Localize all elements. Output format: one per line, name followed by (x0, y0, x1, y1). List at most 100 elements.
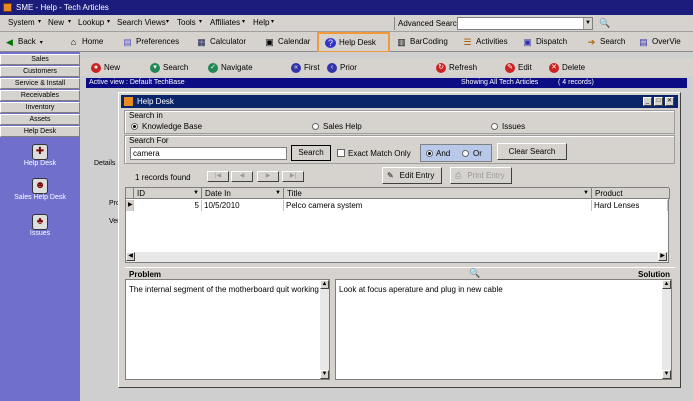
sidebar-item-receivables[interactable]: Receivables (0, 90, 80, 101)
problem-textarea[interactable]: The internal segment of the motherboard … (125, 279, 330, 380)
clear-search-button[interactable]: Clear Search (497, 143, 567, 160)
sidebar-item-service-install[interactable]: Service & Install (0, 78, 80, 89)
refresh-button[interactable]: ↻ Refresh (436, 62, 477, 74)
search-for-input[interactable]: camera (130, 147, 287, 160)
search-records-button[interactable]: ▾ Search (150, 62, 188, 74)
barcoding-button[interactable]: ▥ BarCoding (394, 34, 448, 50)
close-icon[interactable]: ✕ (665, 97, 674, 106)
calculator-button[interactable]: ▦ Calculator (194, 34, 246, 50)
main-toolbar: ◀ Back ▾ ⌂ Home ▤ Preferences ▦ Calculator ▣ C… (0, 32, 693, 53)
zoom-icon[interactable]: 🔍 (469, 268, 480, 279)
maximize-icon[interactable]: □ (654, 97, 663, 106)
dialog-search-button[interactable]: Search (291, 145, 331, 161)
radio-sales-help[interactable] (312, 123, 319, 130)
scroll-up-icon[interactable]: ▲ (320, 280, 329, 289)
sidebar-icon-help-desk[interactable]: ✚ Help Desk (24, 144, 56, 167)
delete-button[interactable]: ✕ Delete (549, 62, 585, 74)
issues-icon: ♣ (32, 214, 48, 230)
edit-entry-button[interactable]: ✎ Edit Entry (382, 167, 442, 184)
column-header-date-in[interactable]: Date In ▼ (202, 188, 284, 199)
new-record-button[interactable]: ● New (91, 62, 120, 74)
refresh-icon: ↻ (436, 63, 446, 73)
radio-and[interactable] (426, 150, 433, 157)
search-for-label: Search For (129, 136, 169, 145)
help-desk-icon: ✚ (32, 144, 48, 160)
home-icon: ⌂ (70, 37, 77, 47)
scroll-down-icon[interactable]: ▼ (662, 370, 671, 379)
home-button[interactable]: ⌂ Home (66, 34, 104, 50)
search-for-group: Search For camera Search Exact Match Onl… (124, 135, 675, 164)
print-entry-button[interactable]: ⎙ Print Entry (450, 167, 512, 184)
exact-match-checkbox[interactable] (337, 149, 345, 157)
chevron-down-icon[interactable]: ▼ (583, 18, 592, 29)
back-button[interactable]: ◀ Back ▾ (2, 34, 43, 50)
edit-icon: ✎ (505, 63, 515, 73)
chevron-down-icon: ▾ (166, 19, 170, 25)
sidebar-item-inventory[interactable]: Inventory (0, 102, 80, 113)
radio-issues[interactable] (491, 123, 498, 130)
navigate-button[interactable]: ✓ Navigate (208, 62, 253, 74)
scroll-right-icon[interactable]: ▶ (658, 252, 667, 261)
solution-label: Solution (638, 270, 670, 279)
first-button[interactable]: «First (291, 62, 320, 74)
radio-knowledge-base[interactable] (131, 123, 138, 130)
left-sidebar: Sales Customers Service & Install Receiv… (0, 52, 80, 401)
knowledge-base-label: Knowledge Base (142, 122, 203, 131)
grid-horizontal-scrollbar[interactable]: ◀ ▶ (126, 252, 668, 262)
overview-button[interactable]: ▤ OverVie (636, 34, 681, 50)
column-header-id[interactable]: ID ▼ (134, 188, 202, 199)
first-record-button[interactable]: |◀ (207, 171, 229, 182)
dispatch-button[interactable]: ▣ Dispatch (520, 34, 567, 50)
advanced-search-input[interactable] (457, 17, 593, 30)
scroll-down-icon[interactable]: ▼ (320, 370, 329, 379)
problem-solution-header: Problem 🔍 Solution (125, 267, 675, 279)
delete-icon: ✕ (549, 63, 559, 73)
menu-new[interactable]: New (48, 18, 64, 27)
last-record-button[interactable]: ▶| (282, 171, 304, 182)
search-in-label: Search in (129, 111, 163, 120)
minimize-icon[interactable]: _ (643, 97, 652, 106)
prior-button[interactable]: ‹ Prior (327, 62, 357, 74)
column-header-product[interactable]: Product (592, 188, 670, 199)
menu-lookup[interactable]: Lookup (78, 18, 104, 27)
and-or-group: And Or (420, 144, 492, 162)
navigate-icon: ✓ (208, 63, 218, 73)
menu-system[interactable]: System (8, 18, 35, 27)
sort-arrow-icon: ▼ (583, 190, 589, 196)
search-button[interactable]: ➔ Search (584, 34, 626, 50)
prev-record-button[interactable]: ◀ (231, 171, 253, 182)
problem-scrollbar[interactable]: ▲ ▼ (320, 280, 329, 379)
calendar-button[interactable]: ▣ Calendar (262, 34, 310, 50)
menu-tools[interactable]: Tools (177, 18, 196, 27)
search-go-icon[interactable]: 🔍 (599, 18, 611, 29)
scroll-left-icon[interactable]: ◀ (126, 252, 135, 261)
solution-scrollbar[interactable]: ▲ ▼ (662, 280, 671, 379)
preferences-button[interactable]: ▤ Preferences (120, 34, 179, 50)
activities-icon: ☰ (463, 37, 472, 47)
filter-icon: ▾ (150, 63, 160, 73)
column-header-title[interactable]: Title ▼ (284, 188, 592, 199)
scroll-up-icon[interactable]: ▲ (662, 280, 671, 289)
sidebar-item-sales[interactable]: Sales (0, 54, 80, 65)
window-title-bar: SME - Help - Tech Articles (0, 0, 693, 15)
advanced-search-label: Advanced Search (398, 19, 462, 28)
sidebar-item-customers[interactable]: Customers (0, 66, 80, 77)
sidebar-item-assets[interactable]: Assets (0, 114, 80, 125)
menu-search-views[interactable]: Search Views (117, 18, 166, 27)
edit-button[interactable]: ✎ Edit (505, 62, 532, 74)
sidebar-item-help-desk[interactable]: Help Desk (0, 126, 80, 137)
chevron-down-icon: ▾ (38, 19, 42, 25)
menu-help[interactable]: Help (253, 18, 269, 27)
menu-affiliates[interactable]: Affiliates (210, 18, 240, 27)
helpdesk-button[interactable]: ? Help Desk (317, 32, 390, 53)
chevron-down-icon: ▾ (271, 19, 275, 25)
back-arrow-icon: ◀ (6, 37, 13, 47)
activities-button[interactable]: ☰ Activities (460, 34, 507, 50)
issues-label: Issues (502, 122, 526, 131)
next-record-button[interactable]: ▶ (257, 171, 279, 182)
details-tab[interactable]: Details (94, 160, 115, 167)
sidebar-icon-sales-help-desk[interactable]: ☻ Sales Help Desk (14, 178, 66, 201)
radio-or[interactable] (462, 150, 469, 157)
solution-textarea[interactable]: Look at focus aperature and plug in new … (335, 279, 672, 380)
sidebar-icon-issues[interactable]: ♣ Issues (26, 214, 54, 237)
